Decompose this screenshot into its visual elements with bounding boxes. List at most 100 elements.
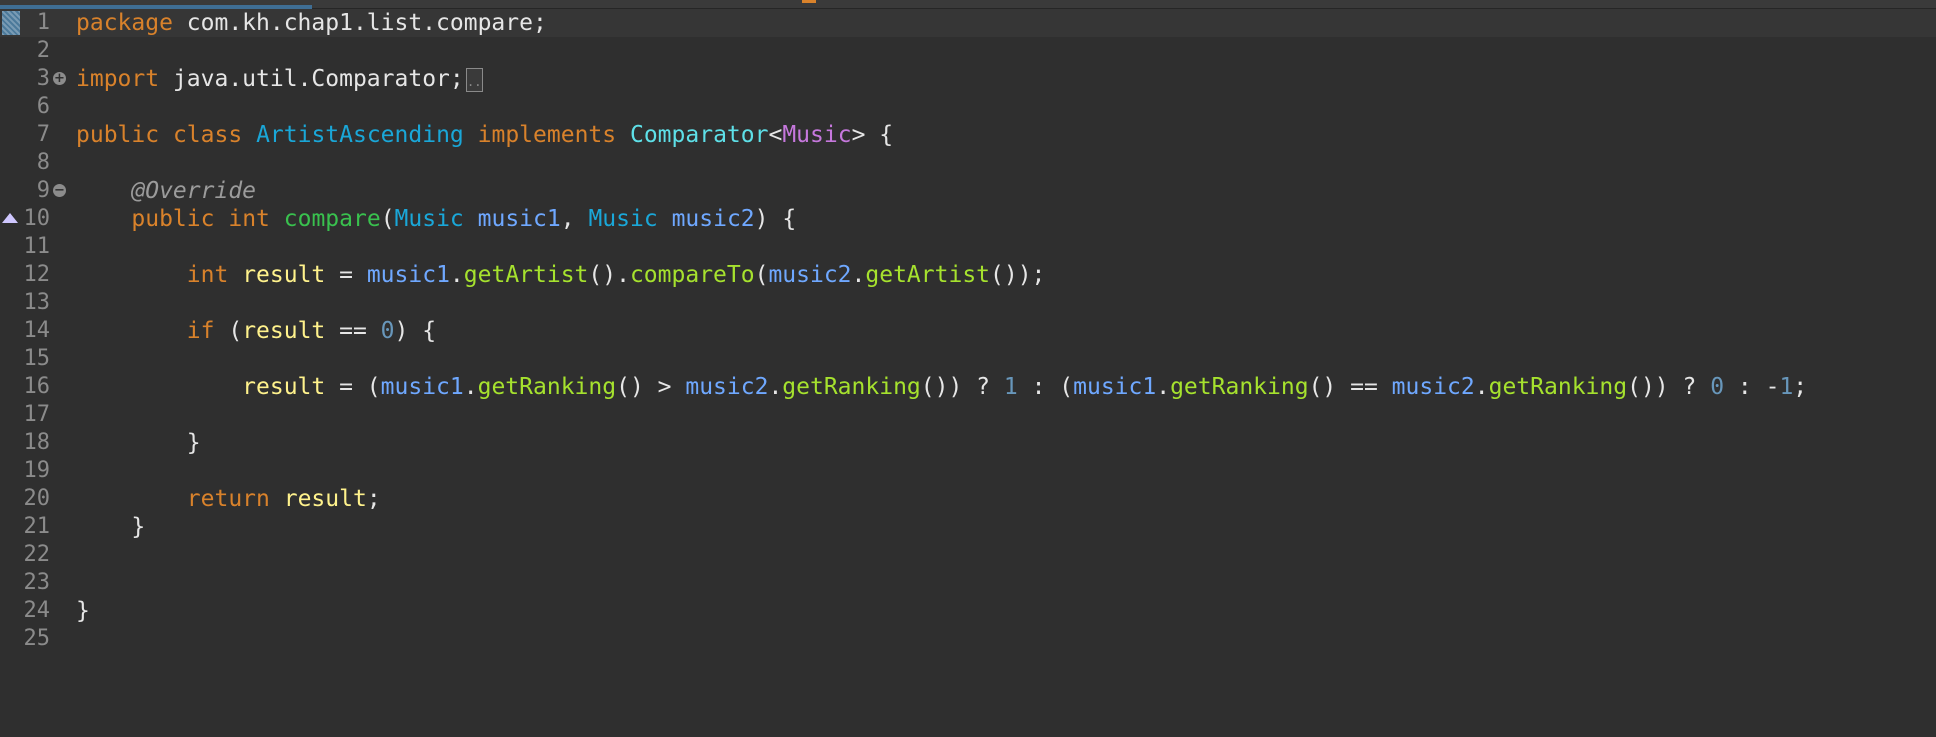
- code-line[interactable]: 2: [0, 37, 1936, 65]
- code-line[interactable]: 16 result = (music1.getRanking() > music…: [0, 373, 1936, 401]
- line-gutter[interactable]: 2: [0, 37, 66, 65]
- code-line[interactable]: 1 package com.kh.chap1.list.compare;: [0, 9, 1936, 37]
- line-gutter[interactable]: 21: [0, 513, 66, 541]
- code-editor[interactable]: 1 package com.kh.chap1.list.compare; 2 3…: [0, 9, 1936, 662]
- line-code[interactable]: package com.kh.chap1.list.compare;: [76, 9, 547, 37]
- line-gutter[interactable]: 6: [0, 93, 66, 121]
- override-marker-icon[interactable]: [2, 213, 18, 223]
- line-code[interactable]: int result = music1.getArtist().compareT…: [76, 261, 1046, 289]
- line-gutter[interactable]: 7: [0, 121, 66, 149]
- code-line[interactable]: 11: [0, 233, 1936, 261]
- code-line[interactable]: 20 return result;: [0, 485, 1936, 513]
- code-token-var: result: [242, 374, 326, 400]
- code-token-type: Music: [588, 206, 658, 232]
- line-code[interactable]: return result;: [76, 485, 381, 513]
- line-gutter[interactable]: 11: [0, 233, 66, 261]
- code-line[interactable]: 14 if (result == 0) {: [0, 317, 1936, 345]
- line-gutter[interactable]: 23: [0, 569, 66, 597]
- line-gutter[interactable]: 25: [0, 625, 66, 653]
- code-line[interactable]: 9 − @Override: [0, 177, 1936, 205]
- code-line[interactable]: 10 public int compare(Music music1, Musi…: [0, 205, 1936, 233]
- code-line[interactable]: 22: [0, 541, 1936, 569]
- code-token-kw: public: [131, 206, 215, 232]
- line-gutter[interactable]: 20: [0, 485, 66, 513]
- line-gutter[interactable]: 19: [0, 457, 66, 485]
- line-code[interactable]: public class ArtistAscending implements …: [76, 121, 893, 149]
- line-gutter[interactable]: 15: [0, 345, 66, 373]
- expand-fold-icon[interactable]: +: [53, 72, 66, 85]
- code-token-local: music2: [1391, 374, 1475, 400]
- code-line[interactable]: 12 int result = music1.getArtist().compa…: [0, 261, 1936, 289]
- line-code[interactable]: }: [76, 597, 90, 625]
- bookmark-icon[interactable]: [2, 11, 20, 35]
- code-line[interactable]: 18 }: [0, 429, 1936, 457]
- line-gutter[interactable]: 14: [0, 317, 66, 345]
- line-gutter[interactable]: 8: [0, 149, 66, 177]
- line-gutter[interactable]: 3 +: [0, 65, 66, 93]
- line-gutter[interactable]: 16: [0, 373, 66, 401]
- code-line[interactable]: 19: [0, 457, 1936, 485]
- code-token-local: music2: [671, 206, 755, 232]
- code-token-type2: Comparator: [629, 122, 769, 148]
- code-token-num: 0: [1710, 374, 1725, 400]
- line-gutter[interactable]: 9 −: [0, 177, 66, 205]
- collapse-fold-icon[interactable]: −: [53, 184, 66, 197]
- code-token-kw: class: [172, 122, 243, 148]
- code-token-plain: java.util.Comparator;: [159, 66, 464, 92]
- line-gutter[interactable]: 10: [0, 205, 66, 233]
- code-line[interactable]: 7 public class ArtistAscending implement…: [0, 121, 1936, 149]
- code-token-plain: ());: [990, 262, 1046, 288]
- code-line[interactable]: 13: [0, 289, 1936, 317]
- line-number: 25: [23, 626, 51, 651]
- code-token-plain: }: [76, 598, 90, 624]
- line-code[interactable]: import java.util.Comparator;..: [76, 65, 483, 93]
- code-line[interactable]: 25: [0, 625, 1936, 653]
- collapsed-imports-marker[interactable]: ..: [465, 67, 483, 92]
- code-token-mdecl: compare: [283, 206, 381, 232]
- code-token-kw: int: [228, 206, 270, 232]
- code-line[interactable]: 6: [0, 93, 1936, 121]
- code-token-var: result: [242, 318, 326, 344]
- code-token-plain: (: [380, 206, 395, 232]
- code-line[interactable]: 21 }: [0, 513, 1936, 541]
- code-line[interactable]: 15: [0, 345, 1936, 373]
- code-token-method: getRanking: [477, 374, 617, 400]
- code-line[interactable]: 24 }: [0, 597, 1936, 625]
- line-gutter[interactable]: 22: [0, 541, 66, 569]
- code-line[interactable]: 17: [0, 401, 1936, 429]
- line-number: 18: [23, 430, 51, 455]
- code-token-plain: com.kh.chap1.list.compare;: [172, 10, 547, 36]
- line-code[interactable]: public int compare(Music music1, Music m…: [76, 205, 796, 233]
- line-gutter[interactable]: 17: [0, 401, 66, 429]
- line-number: 16: [23, 374, 51, 399]
- code-line[interactable]: 23: [0, 569, 1936, 597]
- code-token-plain: ()) ?: [920, 374, 1004, 400]
- line-code[interactable]: if (result == 0) {: [76, 317, 436, 345]
- line-gutter[interactable]: 24: [0, 597, 66, 625]
- line-number: 12: [23, 262, 51, 287]
- line-gutter[interactable]: 1: [0, 9, 66, 37]
- line-gutter[interactable]: 18: [0, 429, 66, 457]
- code-token-plain: ;: [366, 486, 381, 512]
- code-token-var: result: [283, 486, 367, 512]
- code-line[interactable]: 8: [0, 149, 1936, 177]
- code-line[interactable]: 3 + import java.util.Comparator;..: [0, 65, 1936, 93]
- line-code[interactable]: result = (music1.getRanking() > music2.g…: [76, 373, 1807, 401]
- code-token-type: Music: [394, 206, 464, 232]
- code-token-plain: ) {: [394, 318, 437, 344]
- code-token-method: getRanking: [1170, 374, 1309, 400]
- line-code[interactable]: @Override: [76, 177, 256, 205]
- line-code[interactable]: }: [76, 429, 201, 457]
- line-number: 22: [23, 542, 51, 567]
- line-gutter[interactable]: 13: [0, 289, 66, 317]
- line-number: 20: [23, 486, 51, 511]
- line-code[interactable]: }: [76, 513, 145, 541]
- code-token-plain: () ==: [1308, 374, 1392, 400]
- line-gutter[interactable]: 12: [0, 261, 66, 289]
